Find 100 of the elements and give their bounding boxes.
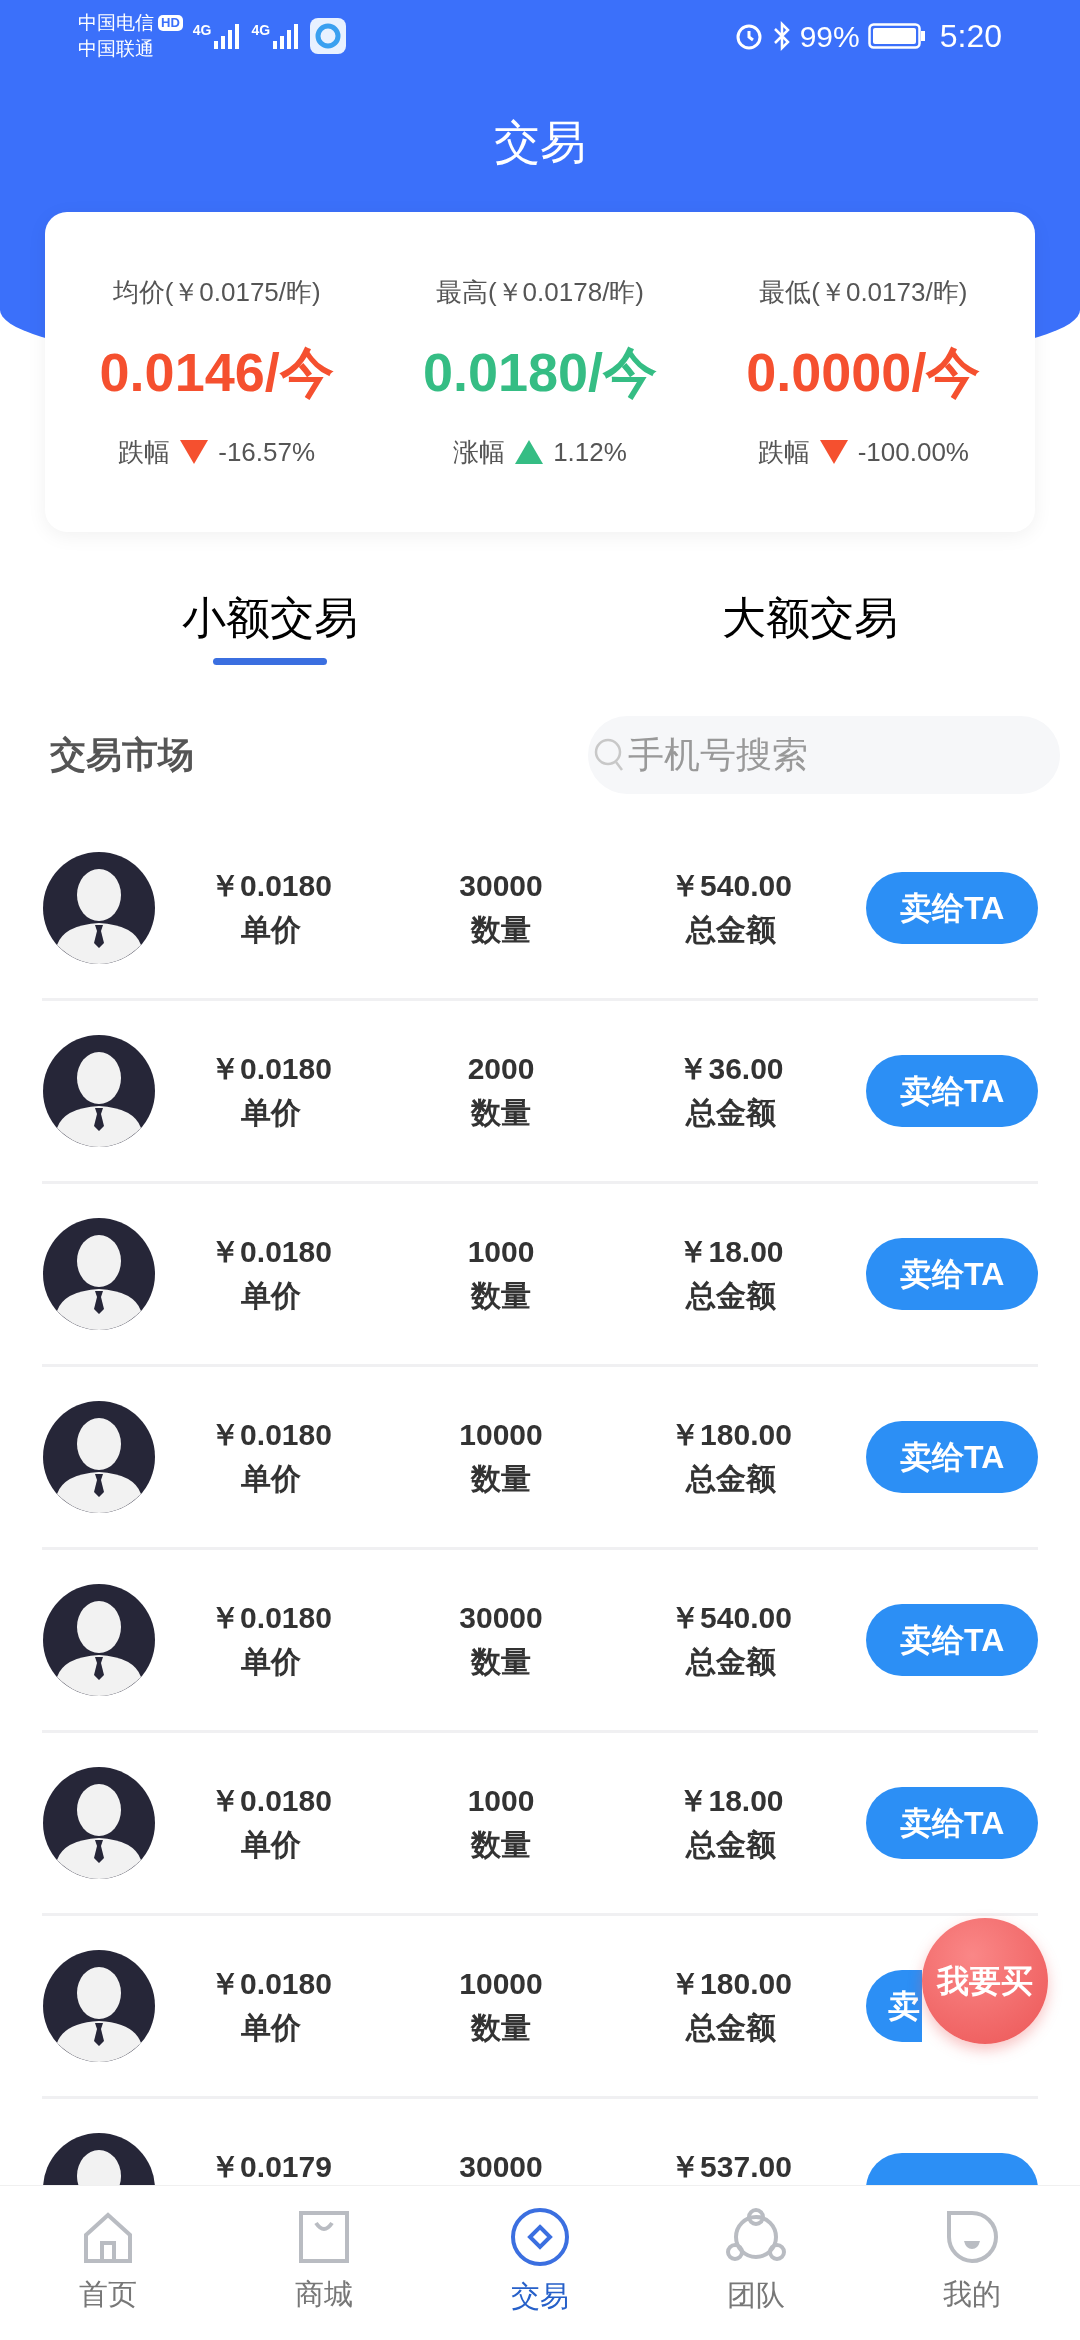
total-amount: ￥180.00 [670,1417,792,1453]
total-amount: ￥18.00 [678,1234,784,1270]
section-title: 交易市场 [50,733,194,777]
up-triangle-icon [513,438,546,466]
total-label: 总金额 [686,1644,776,1680]
quantity: 30000 [459,868,543,904]
quantity: 10000 [459,1417,543,1453]
total-label: 总金额 [686,1278,776,1314]
tab[interactable]: 大额交易 [540,580,1080,680]
signal-icon [213,23,240,49]
avatar-icon [42,1400,156,1514]
sell-button[interactable]: 卖给TA [866,1787,1038,1859]
sell-button[interactable]: 卖给TA [866,1604,1038,1676]
total-amount: ￥18.00 [678,1783,784,1819]
quantity-label: 数量 [471,912,531,948]
quantity-label: 数量 [471,1827,531,1863]
total-label: 总金额 [686,2010,776,2046]
reference-price: 最高(￥0.0178/昨) [435,275,645,309]
nav-tab[interactable]: 交易 [432,2186,648,2340]
signal-icon [272,23,299,49]
price-label: 单价 [241,1278,301,1314]
search-field[interactable]: 手机号搜索 [588,716,1060,794]
quantity: 10000 [459,1966,543,2002]
reference-price: 最低(￥0.0173/昨) [759,275,968,309]
battery-percent: 99% [799,18,860,55]
unit-price: ￥0.0180 [210,1783,332,1819]
sell-button[interactable]: 卖给TA [866,1238,1038,1310]
carrier-name: 中国联通 [78,37,155,61]
unit-price: ￥0.0180 [210,1966,332,2002]
change-percent: -100.00% [857,435,969,469]
page-title: 交易 [494,114,586,170]
bag-icon [296,2209,352,2266]
quantity-label: 数量 [471,2010,531,2046]
price-label: 单价 [241,1095,301,1131]
unit-price: ￥0.0180 [210,1600,332,1636]
change-percent: -16.57% [218,435,316,469]
quantity: 30000 [459,2149,543,2185]
battery-icon [867,23,926,49]
reference-price: 均价(￥0.0175/昨) [112,275,321,309]
trend-label: 跌幅 [118,435,171,469]
network-type: 4G [251,23,271,37]
unit-price: ￥0.0179 [210,2149,332,2185]
avatar-icon [42,1949,156,2063]
nav-tab[interactable]: 团队 [648,2186,864,2340]
avatar-icon [42,1217,156,1331]
network-type: 4G [192,23,212,37]
unit-price: ￥0.0180 [210,868,332,904]
price-label: 单价 [241,1461,301,1497]
quantity-label: 数量 [471,1644,531,1680]
quantity-label: 数量 [471,1461,531,1497]
change-percent: 1.12% [553,435,627,469]
quantity-label: 数量 [471,1278,531,1314]
total-amount: ￥540.00 [670,1600,792,1636]
avatar-icon [42,1034,156,1148]
unit-price: ￥0.0180 [210,1051,332,1087]
hd-badge: HD [158,15,183,31]
quantity-label: 数量 [471,1095,531,1131]
quantity: 2000 [467,1051,535,1087]
price-label: 单价 [241,1644,301,1680]
quantity: 1000 [467,1234,535,1270]
today-price: 0.0146/今 [99,340,334,404]
nav-tab[interactable]: 我的 [864,2186,1080,2340]
profile-icon [944,2209,1000,2266]
carrier-name: 中国电信 [78,11,154,35]
total-label: 总金额 [686,1461,776,1497]
buy-button[interactable]: 我要买 [922,1918,1048,2044]
tab[interactable]: 小额交易 [0,580,540,680]
trend-label: 涨幅 [453,435,506,469]
total-label: 总金额 [686,1095,776,1131]
nav-tab[interactable]: 商城 [216,2186,432,2340]
sell-button[interactable]: 卖 [866,1970,922,2042]
sell-button[interactable]: 卖给TA [866,1421,1038,1493]
down-triangle-icon [178,438,211,466]
today-price: 0.0000/今 [746,340,981,404]
total-label: 总金额 [686,1827,776,1863]
avatar-icon [42,1766,156,1880]
down-triangle-icon [817,438,850,466]
total-label: 总金额 [686,912,776,948]
price-label: 单价 [241,912,301,948]
clock-time: 5:20 [939,17,1002,56]
quantity: 30000 [459,1600,543,1636]
quantity: 1000 [467,1783,535,1819]
unit-price: ￥0.0180 [210,1234,332,1270]
app-icon [310,18,347,54]
trend-label: 跌幅 [757,435,810,469]
price-label: 单价 [241,2010,301,2046]
avatar-icon [42,1583,156,1697]
search-icon [594,738,624,772]
price-label: 单价 [241,1827,301,1863]
bluetooth-icon [771,20,792,52]
sell-button[interactable]: 卖给TA [866,1055,1038,1127]
total-amount: ￥537.00 [670,2149,792,2185]
unit-price: ￥0.0180 [210,1417,332,1453]
nav-tab[interactable]: 首页 [0,2186,216,2340]
total-amount: ￥540.00 [670,868,792,904]
total-amount: ￥180.00 [670,1966,792,2002]
sell-button[interactable]: 卖给TA [866,872,1038,944]
total-amount: ￥36.00 [678,1051,784,1087]
today-price: 0.0180/今 [422,340,658,404]
avatar-icon [42,851,156,965]
